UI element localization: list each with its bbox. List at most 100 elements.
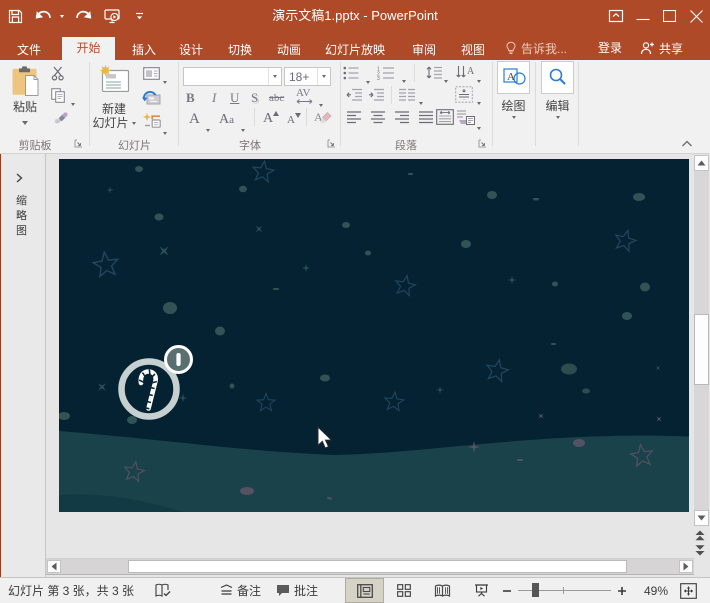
align-left-icon[interactable] <box>346 111 362 129</box>
draw-dropdown-icon[interactable] <box>512 116 516 119</box>
zoom-slider-thumb[interactable] <box>532 583 539 597</box>
slide-counter[interactable]: 幻灯片 第 3 张，共 3 张 <box>8 582 134 599</box>
scroll-right-icon[interactable] <box>679 560 693 573</box>
section-icon[interactable] <box>143 113 161 133</box>
align-text-dropdown-icon[interactable] <box>477 92 481 110</box>
distribute-columns-icon[interactable] <box>436 109 454 130</box>
format-painter-icon[interactable] <box>51 112 68 131</box>
font-color-dropdown-icon[interactable] <box>206 119 210 137</box>
paste-button[interactable]: 粘贴 <box>10 62 40 125</box>
font-dialog-launcher[interactable] <box>327 139 337 149</box>
redo-icon[interactable] <box>68 0 98 32</box>
share-button[interactable]: 共享 <box>640 35 683 61</box>
font-size-combo[interactable]: 18+ <box>284 67 331 86</box>
tab-slideshow[interactable]: 幻灯片放映 <box>325 32 385 62</box>
italic-button[interactable]: I <box>212 90 216 106</box>
bullets-icon[interactable] <box>343 66 360 85</box>
char-spacing-button[interactable]: AV <box>296 87 313 104</box>
layout-dropdown-icon[interactable] <box>163 71 167 89</box>
vertical-scroll-thumb[interactable] <box>694 314 709 385</box>
scroll-down-icon[interactable] <box>694 510 709 526</box>
undo-dropdown-icon[interactable] <box>56 0 68 32</box>
close-icon[interactable] <box>683 0 710 32</box>
edit-dropdown-icon[interactable] <box>556 116 560 119</box>
slide-sorter-view-button[interactable] <box>384 578 423 603</box>
font-size-dropdown-icon[interactable] <box>317 68 330 85</box>
numbering-icon[interactable]: 123 <box>377 66 396 85</box>
tab-animations[interactable]: 动画 <box>277 32 301 62</box>
customize-qat-icon[interactable] <box>131 0 147 32</box>
underline-button[interactable]: U <box>230 90 239 106</box>
copy-icon[interactable] <box>51 88 66 108</box>
grow-font-button[interactable]: A <box>263 110 279 127</box>
paragraph-dialog-launcher[interactable] <box>478 139 488 149</box>
layout-icon[interactable] <box>143 67 160 85</box>
scroll-up-icon[interactable] <box>694 155 709 171</box>
tab-view[interactable]: 视图 <box>461 32 485 62</box>
text-direction-dropdown-icon[interactable] <box>477 70 481 88</box>
draw-button[interactable]: A 绘图 <box>497 61 530 119</box>
save-icon[interactable] <box>0 0 30 32</box>
vertical-scrollbar[interactable] <box>694 155 709 526</box>
slide-canvas[interactable] <box>59 159 689 512</box>
align-right-icon[interactable] <box>394 111 410 129</box>
text-direction-icon[interactable]: A <box>456 65 475 85</box>
zoom-out-icon[interactable] <box>502 586 512 596</box>
next-slide-icon[interactable] <box>693 544 706 556</box>
ribbon-display-options-icon[interactable] <box>602 0 629 32</box>
align-center-icon[interactable] <box>370 111 386 129</box>
undo-icon[interactable] <box>30 0 56 32</box>
normal-view-button[interactable] <box>345 578 384 603</box>
increase-indent-icon[interactable] <box>368 88 385 107</box>
line-spacing-icon[interactable] <box>426 65 443 85</box>
reading-view-button[interactable] <box>423 578 462 603</box>
clear-formatting-icon[interactable]: A <box>314 109 332 131</box>
font-name-dropdown-icon[interactable] <box>268 68 281 85</box>
tab-insert[interactable]: 插入 <box>132 32 156 62</box>
new-slide-button[interactable]: 新建 幻灯片 <box>94 62 134 130</box>
tab-home[interactable]: 开始 <box>62 37 115 60</box>
tab-review[interactable]: 审阅 <box>412 32 436 62</box>
thumbnail-pane-collapsed[interactable]: 缩略图 <box>2 154 46 577</box>
clipboard-dialog-launcher[interactable] <box>74 139 84 149</box>
start-slideshow-icon[interactable] <box>98 0 126 32</box>
edit-button[interactable]: 编辑 <box>541 61 574 119</box>
tab-design[interactable]: 设计 <box>179 32 203 62</box>
font-color-button[interactable]: A <box>189 111 200 128</box>
tab-file[interactable]: 文件 <box>17 32 41 62</box>
numbering-dropdown-icon[interactable] <box>402 70 406 88</box>
justify-icon[interactable] <box>418 111 434 129</box>
convert-smartart-dropdown-icon[interactable] <box>477 117 481 135</box>
shrink-font-button[interactable]: A <box>287 113 301 127</box>
scroll-left-icon[interactable] <box>47 560 61 573</box>
expand-pane-chevron-icon[interactable] <box>15 170 23 188</box>
convert-smartart-icon[interactable] <box>456 109 475 130</box>
zoom-in-icon[interactable] <box>617 586 627 596</box>
minimize-icon[interactable] <box>629 0 656 32</box>
bold-button[interactable]: B <box>186 90 195 106</box>
horizontal-scroll-thumb[interactable] <box>128 560 627 573</box>
decrease-indent-icon[interactable] <box>346 88 363 107</box>
copy-dropdown-icon[interactable] <box>71 93 75 111</box>
animation-order-badge[interactable] <box>166 347 192 373</box>
sign-in-button[interactable]: 登录 <box>598 35 622 61</box>
zoom-percentage[interactable]: 49% <box>640 578 672 603</box>
zoom-slider[interactable] <box>518 578 611 603</box>
font-name-combo[interactable] <box>183 67 282 86</box>
tab-transitions[interactable]: 切换 <box>228 32 252 62</box>
spellcheck-icon[interactable] <box>155 583 171 598</box>
maximize-icon[interactable] <box>656 0 683 32</box>
paste-dropdown-icon[interactable] <box>22 121 28 125</box>
reset-slide-icon[interactable] <box>142 90 161 110</box>
comments-button[interactable]: 批注 <box>276 582 318 599</box>
line-spacing-dropdown-icon[interactable] <box>444 70 448 88</box>
align-text-icon[interactable] <box>455 86 473 108</box>
text-shadow-button[interactable]: S <box>251 90 258 106</box>
slideshow-view-button[interactable] <box>462 578 501 603</box>
horizontal-scrollbar[interactable] <box>46 558 694 575</box>
fit-slide-to-window-icon[interactable] <box>678 581 698 600</box>
previous-slide-icon[interactable] <box>693 529 706 541</box>
notes-button[interactable]: 备注 <box>220 582 261 599</box>
bullets-dropdown-icon[interactable] <box>366 71 370 89</box>
cut-icon[interactable] <box>51 66 68 86</box>
